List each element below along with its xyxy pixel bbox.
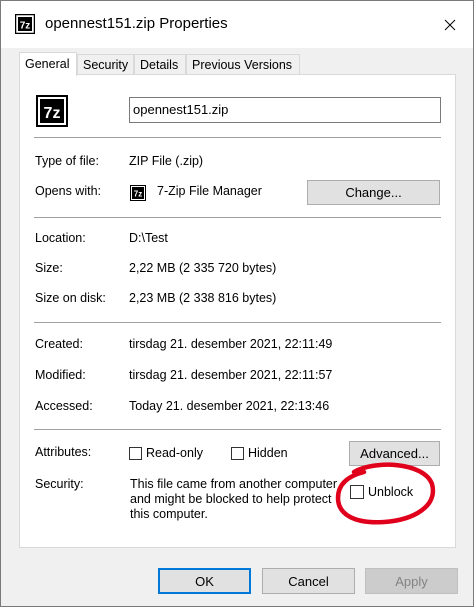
location-label: Location: xyxy=(35,231,86,245)
type-value: ZIP File (.zip) xyxy=(129,154,204,168)
hidden-checkbox[interactable]: Hidden xyxy=(231,446,288,460)
security-line: and might be blocked to help protect xyxy=(130,492,332,506)
close-icon xyxy=(444,19,456,30)
7zip-archive-icon: 7z xyxy=(36,95,68,127)
checkbox-box[interactable] xyxy=(231,446,244,460)
separator xyxy=(34,429,441,430)
checkbox-box[interactable] xyxy=(350,485,364,499)
general-panel: 7z opennest151.zip Type of file: ZIP Fil… xyxy=(19,74,456,548)
size-label: Size: xyxy=(35,261,63,275)
close-button[interactable] xyxy=(427,1,473,48)
opens-with-value: 7-Zip File Manager xyxy=(157,184,262,198)
separator xyxy=(34,217,441,218)
hidden-label: Hidden xyxy=(248,446,288,460)
svg-text:7z: 7z xyxy=(134,190,142,199)
unblock-label: Unblock xyxy=(368,485,414,499)
readonly-label: Read-only xyxy=(146,446,203,460)
separator xyxy=(34,322,441,323)
unblock-checkbox[interactable]: Unblock xyxy=(349,485,414,499)
size-on-disk-label: Size on disk: xyxy=(35,291,106,305)
security-message: This file came from another computer and… xyxy=(130,477,337,522)
created-label: Created: xyxy=(35,337,83,351)
security-label: Security: xyxy=(35,477,84,491)
location-value: D:\Test xyxy=(129,231,168,245)
accessed-value: Today 21. desember 2021, 22:13:46 xyxy=(129,399,330,413)
ok-button[interactable]: OK xyxy=(158,568,251,594)
size-value: 2,22 MB (2 335 720 bytes) xyxy=(129,261,277,275)
properties-dialog: 7z opennest151.zip Properties General Se… xyxy=(0,0,474,607)
created-value: tirsdag 21. desember 2021, 22:11:49 xyxy=(129,337,333,351)
opens-with-label: Opens with: xyxy=(35,184,102,198)
readonly-checkbox[interactable]: Read-only xyxy=(129,446,203,460)
tab-previous-versions[interactable]: Previous Versions xyxy=(186,54,300,74)
type-label: Type of file: xyxy=(35,154,99,168)
cancel-button[interactable]: Cancel xyxy=(262,568,355,594)
window-title: opennest151.zip Properties xyxy=(45,15,228,32)
security-line: This file came from another computer xyxy=(130,477,338,491)
separator xyxy=(34,137,441,138)
file-name-input[interactable]: opennest151.zip xyxy=(129,97,441,123)
tab-general[interactable]: General xyxy=(19,52,77,76)
security-line: this computer. xyxy=(130,507,208,521)
modified-label: Modified: xyxy=(35,368,86,382)
tab-security[interactable]: Security xyxy=(77,54,134,74)
accessed-label: Accessed: xyxy=(35,399,93,413)
7zip-app-icon: 7z xyxy=(130,185,146,201)
attributes-label: Attributes: xyxy=(35,445,92,459)
title-bar: 7z opennest151.zip Properties xyxy=(1,1,473,48)
svg-text:7z: 7z xyxy=(44,105,61,122)
size-on-disk-value: 2,23 MB (2 338 816 bytes) xyxy=(129,291,277,305)
7zip-archive-icon: 7z xyxy=(15,14,35,34)
change-button[interactable]: Change... xyxy=(307,180,440,205)
advanced-button[interactable]: Advanced... xyxy=(349,441,440,466)
svg-text:7z: 7z xyxy=(20,21,31,32)
modified-value: tirsdag 21. desember 2021, 22:11:57 xyxy=(129,368,333,382)
checkbox-box[interactable] xyxy=(129,446,142,460)
tab-details[interactable]: Details xyxy=(134,54,186,74)
apply-button[interactable]: Apply xyxy=(365,568,458,594)
